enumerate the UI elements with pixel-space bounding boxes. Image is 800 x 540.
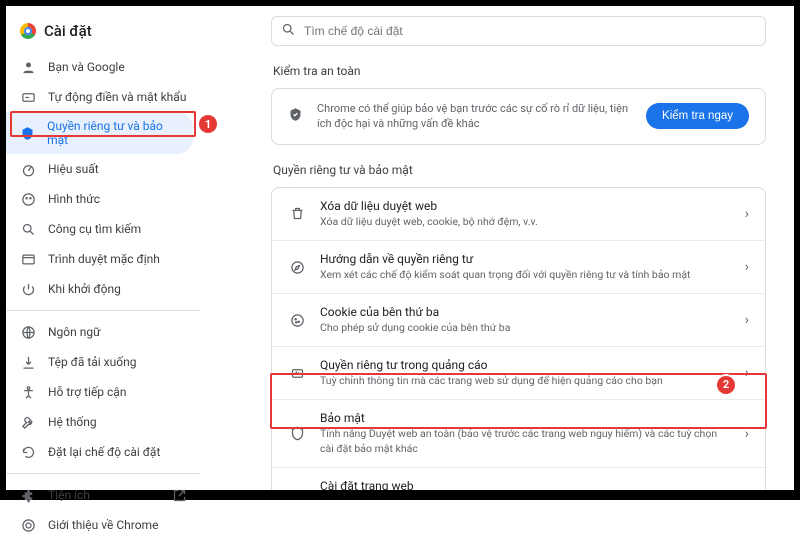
row-desc: Tính năng Duyệt web an toàn (bảo vệ trướ… [320,427,731,455]
shield-check-icon [288,107,303,125]
sidebar-item-label: Khi khởi động [48,282,121,296]
sidebar-item-label: Tệp đã tải xuống [48,355,136,369]
sidebar-item-label: Công cụ tìm kiếm [48,222,141,236]
sidebar-item-on-startup[interactable]: Khi khởi động [6,274,201,304]
globe-icon [20,324,36,340]
search-input[interactable] [271,16,766,46]
row-title: Cookie của bên thứ ba [320,305,731,319]
row-desc: Tuỳ chỉnh thông tin mà các trang web sử … [320,374,731,388]
sidebar-item-reset[interactable]: Đặt lại chế độ cài đặt [6,437,201,467]
main-content: Kiểm tra an toàn Chrome có thể giúp bảo … [201,6,794,490]
accessibility-icon [20,384,36,400]
row-title: Cài đặt trang web [320,479,731,490]
page-title: Cài đặt [44,22,92,40]
sidebar-item-about-chrome[interactable]: Giới thiệu về Chrome [6,510,201,540]
security-icon [288,426,306,441]
row-desc: Xem xét các chế độ kiểm soát quan trọng … [320,268,731,282]
extension-icon [20,487,36,503]
sidebar-item-label: Ngôn ngữ [48,325,101,339]
sidebar-item-performance[interactable]: Hiệu suất [6,154,201,184]
row-title: Xóa dữ liệu duyệt web [320,199,731,213]
chevron-right-icon: › [745,206,749,222]
chevron-right-icon: › [745,312,749,328]
shield-icon [20,125,35,141]
sidebar-item-label: Bạn và Google [48,60,125,74]
sidebar-item-label: Trình duyệt mặc định [48,252,160,266]
palette-icon [20,191,36,207]
search-icon [281,22,296,40]
chrome-logo-icon [20,23,36,39]
sidebar-item-label: Hệ thống [48,415,97,429]
row-desc: Xóa dữ liệu duyệt web, cookie, bộ nhớ đệ… [320,215,731,229]
sidebar-item-label: Hỗ trợ tiếp cận [48,385,126,399]
speedometer-icon [20,161,36,177]
trash-icon [288,206,306,221]
sidebar-item-system[interactable]: Hệ thống [6,407,201,437]
chrome-icon [20,517,36,533]
reset-icon [20,444,36,460]
safety-check-card: Chrome có thể giúp bảo vệ bạn trước các … [271,88,766,145]
ads-icon [288,366,306,381]
chevron-right-icon: › [745,365,749,381]
separator [6,473,201,474]
sidebar-item-search-engine[interactable]: Công cụ tìm kiếm [6,214,201,244]
app: Cài đặt Bạn và Google Tự động điền và mậ… [6,6,794,490]
download-icon [20,354,36,370]
sidebar-item-appearance[interactable]: Hình thức [6,184,201,214]
row-title: Bảo mật [320,411,731,425]
sidebar-item-you-and-google[interactable]: Bạn và Google [6,52,201,82]
open-external-icon [171,487,187,503]
sidebar-item-default-browser[interactable]: Trình duyệt mặc định [6,244,201,274]
autofill-icon [20,89,36,105]
sidebar-item-extensions[interactable]: Tiện ích [6,480,201,510]
separator [6,310,201,311]
row-site-settings[interactable]: Cài đặt trang webKiểm soát thông tin mà … [272,467,765,490]
chevron-right-icon: › [745,259,749,275]
sidebar-item-label: Tự động điền và mật khẩu [48,90,186,104]
row-ad-privacy[interactable]: Quyền riêng tư trong quảng cáo Tuỳ chỉnh … [272,346,765,399]
search-wrap [271,16,766,46]
row-third-party-cookies[interactable]: Cookie của bên thứ ba Cho phép sử dụng co… [272,293,765,346]
sidebar-item-label: Đặt lại chế độ cài đặt [48,445,160,459]
sidebar-item-label: Hình thức [48,192,100,206]
cookie-icon [288,313,306,328]
person-icon [20,59,36,75]
row-title: Hướng dẫn về quyền riêng tư [320,252,731,266]
sidebar-item-label: Hiệu suất [48,162,99,176]
row-security[interactable]: Bảo mật Tính năng Duyệt web an toàn (bảo … [272,399,765,466]
sidebar-item-accessibility[interactable]: Hỗ trợ tiếp cận [6,377,201,407]
wrench-icon [20,414,36,430]
power-icon [20,281,36,297]
sidebar-item-languages[interactable]: Ngôn ngữ [6,317,201,347]
row-privacy-guide[interactable]: Hướng dẫn về quyền riêng tư Xem xét các c… [272,240,765,293]
safety-text: Chrome có thể giúp bảo vệ bạn trước các … [317,101,632,132]
row-desc: Cho phép sử dụng cookie của bên thứ ba [320,321,731,335]
chevron-right-icon: › [745,426,749,442]
browser-icon [20,251,36,267]
section-safety-check: Kiểm tra an toàn [273,64,766,78]
sidebar-item-downloads[interactable]: Tệp đã tải xuống [6,347,201,377]
sidebar-item-privacy-security[interactable]: Quyền riêng tư và bảo mật [6,112,193,154]
brand: Cài đặt [6,16,201,52]
sidebar-item-autofill[interactable]: Tự động điền và mật khẩu [6,82,201,112]
row-title: Quyền riêng tư trong quảng cáo [320,358,731,372]
privacy-list: Xóa dữ liệu duyệt web Xóa dữ liệu duyệt w… [271,187,766,490]
sidebar-item-label: Quyền riêng tư và bảo mật [47,119,179,147]
check-now-button[interactable]: Kiểm tra ngay [646,103,749,129]
search-icon [20,221,36,237]
compass-icon [288,260,306,275]
sidebar: Cài đặt Bạn và Google Tự động điền và mậ… [6,6,201,490]
row-clear-browsing-data[interactable]: Xóa dữ liệu duyệt web Xóa dữ liệu duyệt w… [272,188,765,240]
section-privacy: Quyền riêng tư và bảo mật [273,163,766,177]
sidebar-item-label: Giới thiệu về Chrome [48,518,158,532]
